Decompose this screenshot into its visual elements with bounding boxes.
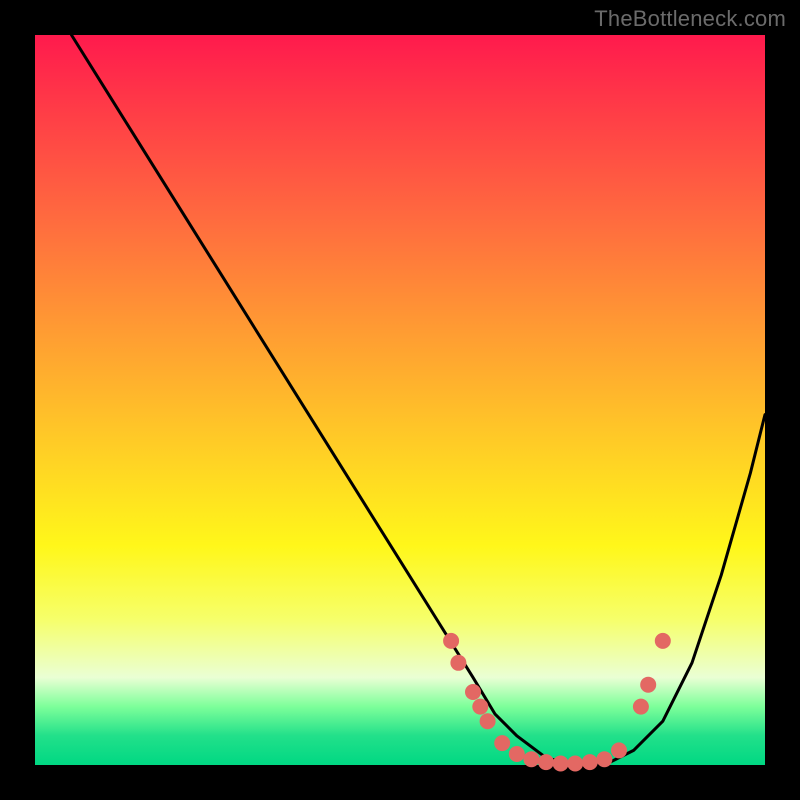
data-marker: [611, 742, 627, 758]
data-marker: [596, 751, 612, 767]
plot-area: [35, 35, 765, 765]
bottleneck-curve: [72, 35, 766, 765]
data-marker: [567, 756, 583, 772]
data-marker: [640, 677, 656, 693]
data-marker: [582, 754, 598, 770]
data-marker: [509, 746, 525, 762]
data-marker: [538, 754, 554, 770]
chart-frame: TheBottleneck.com: [0, 0, 800, 800]
data-marker: [472, 699, 488, 715]
data-marker: [633, 699, 649, 715]
marker-group: [443, 633, 671, 772]
data-marker: [480, 713, 496, 729]
data-marker: [655, 633, 671, 649]
watermark-text: TheBottleneck.com: [594, 6, 786, 32]
data-marker: [450, 655, 466, 671]
chart-svg: [35, 35, 765, 765]
data-marker: [494, 735, 510, 751]
data-marker: [443, 633, 459, 649]
data-marker: [523, 751, 539, 767]
data-marker: [553, 756, 569, 772]
data-marker: [465, 684, 481, 700]
